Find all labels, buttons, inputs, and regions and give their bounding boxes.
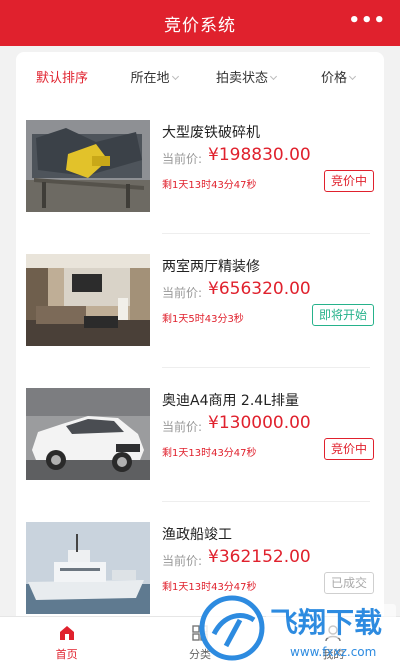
filter-location[interactable]: 所在地 [108, 67, 200, 86]
item-price: ¥656320.00 [208, 279, 311, 299]
item-countdown: 剩1天13时43分47秒 [162, 180, 257, 191]
watermark-logo: 飞翔下载 www.fxxz.com [199, 595, 396, 661]
list-item[interactable]: 奥迪A4商用 2.4L排量 当前价: ¥130000.00 剩1天13时43分4… [16, 368, 384, 502]
filter-label: 默认排序 [35, 70, 88, 86]
filter-label: 拍卖状态 [215, 70, 268, 86]
price-label: 当前价: [162, 286, 203, 300]
more-dots-icon[interactable]: ••• [348, 12, 386, 30]
tab-home[interactable]: 首页 [0, 617, 133, 667]
item-price: ¥362152.00 [208, 547, 311, 567]
list-item[interactable]: 两室两厅精装修 当前价: ¥656320.00 剩1天5时43分3秒 即将开始 [16, 234, 384, 368]
item-image-crusher [26, 120, 150, 212]
list-item[interactable]: 大型废铁破碎机 当前价: ¥198830.00 剩1天13时43分47秒 竞价中 [16, 100, 384, 234]
filter-default-sort[interactable]: 默认排序 [16, 67, 108, 86]
price-label: 当前价: [162, 420, 203, 434]
home-icon [59, 625, 74, 640]
chevron-down-icon [269, 72, 278, 80]
item-countdown: 剩1天13时43分47秒 [162, 448, 257, 459]
status-badge[interactable]: 竞价中 [323, 438, 374, 460]
item-name: 奥迪A4商用 2.4L排量 [162, 393, 299, 409]
item-name: 渔政船竣工 [162, 527, 232, 543]
status-badge[interactable]: 竞价中 [323, 170, 374, 192]
price-label: 当前价: [162, 554, 203, 568]
filter-label: 所在地 [130, 70, 170, 86]
watermark-title: 飞翔下载 [270, 606, 382, 639]
tab-label: 首页 [55, 647, 78, 661]
filter-bar: 默认排序 所在地 拍卖状态 价格 [16, 52, 384, 100]
item-image-apartment [26, 254, 150, 346]
price-label: 当前价: [162, 152, 203, 166]
item-name: 大型废铁破碎机 [162, 125, 260, 141]
chevron-down-icon [171, 72, 179, 80]
filter-auction-status[interactable]: 拍卖状态 [200, 67, 292, 86]
item-price: ¥130000.00 [208, 413, 311, 433]
page-title: 竞价系统 [164, 15, 236, 36]
filter-label: 价格 [320, 70, 347, 86]
item-image-ship [26, 522, 150, 614]
app-header: 竞价系统 ••• [0, 0, 400, 46]
item-image-car [26, 388, 150, 480]
chevron-down-icon [348, 72, 357, 80]
status-badge[interactable]: 即将开始 [311, 304, 374, 326]
filter-price[interactable]: 价格 [292, 67, 384, 86]
item-name: 两室两厅精装修 [162, 259, 260, 275]
item-price: ¥198830.00 [208, 145, 311, 165]
auction-list: 大型废铁破碎机 当前价: ¥198830.00 剩1天13时43分47秒 竞价中… [16, 100, 384, 616]
item-countdown: 剩1天5时43分3秒 [162, 314, 244, 325]
watermark-url: www.fxxz.com [290, 645, 376, 659]
